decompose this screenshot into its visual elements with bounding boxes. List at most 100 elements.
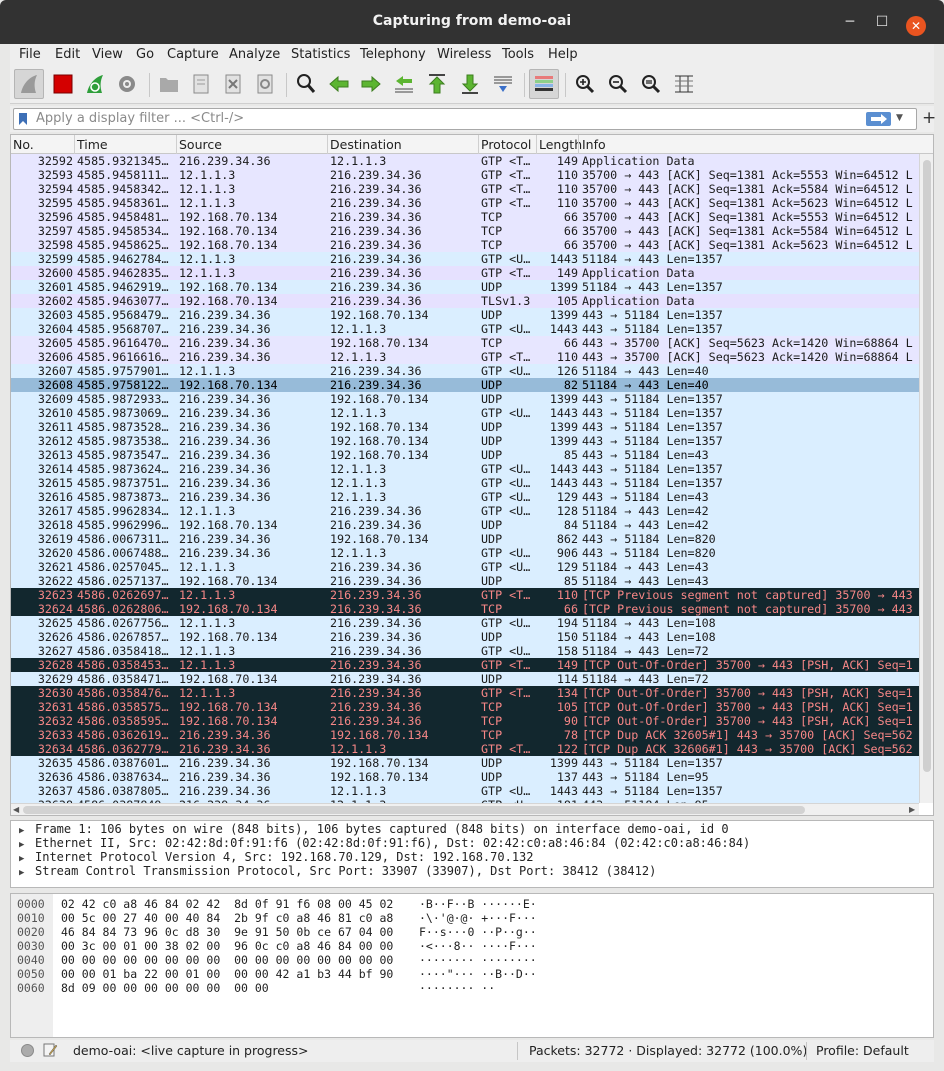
- menu-go[interactable]: Go: [136, 47, 154, 62]
- byte-ascii[interactable]: ········ ········: [419, 953, 537, 967]
- byte-ascii[interactable]: ········ ··: [419, 981, 495, 995]
- close-file-icon[interactable]: [218, 69, 248, 99]
- colorize-icon[interactable]: [529, 69, 559, 99]
- menu-file[interactable]: File: [19, 47, 41, 62]
- resize-columns-icon[interactable]: [669, 69, 699, 99]
- menu-edit[interactable]: Edit: [55, 47, 80, 62]
- column-header-protocol[interactable]: Protocol: [481, 137, 531, 152]
- packet-row[interactable]: 32598 4585.9458625… 192.168.70.134 216.239.…: [11, 238, 919, 252]
- go-forward-icon[interactable]: [356, 69, 386, 99]
- byte-ascii[interactable]: ····"··· ··B··D··: [419, 967, 537, 981]
- expand-arrow-icon[interactable]: ▶: [19, 854, 35, 864]
- packet-row[interactable]: 32600 4585.9462835… 12.1.1.3 216.239.34.36 G…: [11, 266, 919, 280]
- packet-row[interactable]: 32621 4586.0257045… 12.1.1.3 216.239.34.36 G…: [11, 560, 919, 574]
- zoom-out-icon[interactable]: [603, 69, 633, 99]
- byte-ascii[interactable]: ·\·'@·@· +···F···: [419, 911, 537, 925]
- packet-row[interactable]: 32619 4586.0067311… 216.239.34.36 192.168.7…: [11, 532, 919, 546]
- zoom-in-icon[interactable]: [570, 69, 600, 99]
- byte-hex[interactable]: 00 5c 00 27 40 00 40 84 2b 9f c0 a8 46 8…: [61, 911, 393, 925]
- save-file-icon[interactable]: [186, 69, 216, 99]
- find-packet-icon[interactable]: [291, 69, 321, 99]
- packet-row[interactable]: 32635 4586.0387601… 216.239.34.36 192.168.7…: [11, 756, 919, 770]
- packet-row[interactable]: 32593 4585.9458111… 12.1.1.3 216.239.34.36 G…: [11, 168, 919, 182]
- menu-analyze[interactable]: Analyze: [229, 47, 280, 62]
- packet-row[interactable]: 32630 4586.0358476… 12.1.1.3 216.239.34.36 G…: [11, 686, 919, 700]
- packet-row[interactable]: 32616 4585.9873873… 216.239.34.36 12.1.1.3 G…: [11, 490, 919, 504]
- display-filter-input[interactable]: Apply a display filter ... <Ctrl-/> ▼: [13, 108, 917, 130]
- menu-statistics[interactable]: Statistics: [291, 47, 350, 62]
- expand-arrow-icon[interactable]: ▶: [19, 868, 35, 878]
- open-file-icon[interactable]: [154, 69, 184, 99]
- column-header-info[interactable]: Info: [582, 137, 606, 152]
- scroll-left-icon[interactable]: ◀: [13, 805, 19, 814]
- last-packet-icon[interactable]: [455, 69, 485, 99]
- packet-row[interactable]: 32622 4586.0257137… 192.168.70.134 216.239.…: [11, 574, 919, 588]
- packet-row[interactable]: 32620 4586.0067488… 216.239.34.36 12.1.1.3 G…: [11, 546, 919, 560]
- expand-arrow-icon[interactable]: ▶: [19, 840, 35, 850]
- packet-row[interactable]: 32594 4585.9458342… 12.1.1.3 216.239.34.36 G…: [11, 182, 919, 196]
- column-header-length[interactable]: Length: [539, 137, 582, 152]
- apply-filter-arrow-icon[interactable]: [866, 112, 891, 126]
- packet-row[interactable]: 32637 4586.0387805… 216.239.34.36 12.1.1.3 G…: [11, 784, 919, 798]
- minimize-icon[interactable]: ─: [841, 13, 859, 31]
- packet-row[interactable]: 32597 4585.9458534… 192.168.70.134 216.239.…: [11, 224, 919, 238]
- packet-row[interactable]: 32611 4585.9873528… 216.239.34.36 192.168.7…: [11, 420, 919, 434]
- packet-row[interactable]: 32613 4585.9873547… 216.239.34.36 192.168.7…: [11, 448, 919, 462]
- packet-row[interactable]: 32634 4586.0362779… 216.239.34.36 12.1.1.3 G…: [11, 742, 919, 756]
- packet-row[interactable]: 32614 4585.9873624… 216.239.34.36 12.1.1.3 G…: [11, 462, 919, 476]
- packet-row[interactable]: 32624 4586.0262806… 192.168.70.134 216.239.…: [11, 602, 919, 616]
- go-to-packet-icon[interactable]: [389, 69, 419, 99]
- packet-row[interactable]: 32602 4585.9463077… 192.168.70.134 216.239.…: [11, 294, 919, 308]
- bookmark-icon[interactable]: [18, 112, 28, 126]
- profile-status[interactable]: Profile: Default: [816, 1043, 909, 1058]
- packet-row[interactable]: 32608 4585.9758122… 192.168.70.134 216.239.…: [11, 378, 919, 392]
- packet-row[interactable]: 32632 4586.0358595… 192.168.70.134 216.239.…: [11, 714, 919, 728]
- add-filter-button-icon[interactable]: +: [922, 108, 936, 128]
- byte-hex[interactable]: 00 00 00 00 00 00 00 00 00 00 00 00 00 0…: [61, 953, 393, 967]
- shark-fin-start-icon[interactable]: [14, 69, 44, 99]
- packet-row[interactable]: 32599 4585.9462784… 12.1.1.3 216.239.34.36 G…: [11, 252, 919, 266]
- expand-arrow-icon[interactable]: ▶: [19, 826, 35, 836]
- byte-hex[interactable]: 46 84 84 73 96 0c d8 30 9e 91 50 0b ce 6…: [61, 925, 393, 939]
- packet-row[interactable]: 32629 4586.0358471… 192.168.70.134 216.239.…: [11, 672, 919, 686]
- packet-row[interactable]: 32631 4586.0358575… 192.168.70.134 216.239.…: [11, 700, 919, 714]
- column-header-time[interactable]: Time: [77, 137, 108, 152]
- normal-size-icon[interactable]: [636, 69, 666, 99]
- auto-scroll-icon[interactable]: [488, 69, 518, 99]
- first-packet-icon[interactable]: [422, 69, 452, 99]
- capture-options-icon[interactable]: [112, 69, 142, 99]
- packet-row[interactable]: 32636 4586.0387634… 216.239.34.36 192.168.7…: [11, 770, 919, 784]
- menu-telephony[interactable]: Telephony: [360, 47, 426, 62]
- packet-row[interactable]: 32601 4585.9462919… 192.168.70.134 216.239.…: [11, 280, 919, 294]
- expert-info-icon[interactable]: [21, 1044, 34, 1057]
- scroll-right-icon[interactable]: ▶: [909, 805, 915, 814]
- packet-row[interactable]: 32612 4585.9873538… 216.239.34.36 192.168.7…: [11, 434, 919, 448]
- packet-row[interactable]: 32615 4585.9873751… 216.239.34.36 12.1.1.3 G…: [11, 476, 919, 490]
- byte-hex[interactable]: 00 3c 00 01 00 38 02 00 96 0c c0 a8 46 8…: [61, 939, 393, 953]
- packet-row[interactable]: 32607 4585.9757901… 12.1.1.3 216.239.34.36 G…: [11, 364, 919, 378]
- reload-file-icon[interactable]: [250, 69, 280, 99]
- menu-help[interactable]: Help: [548, 47, 578, 62]
- maximize-icon[interactable]: ☐: [873, 13, 891, 31]
- restart-capture-icon[interactable]: [80, 69, 110, 99]
- filter-dropdown-icon[interactable]: ▼: [896, 113, 903, 123]
- packet-row[interactable]: 32609 4585.9872933… 216.239.34.36 192.168.7…: [11, 392, 919, 406]
- packet-row[interactable]: 32604 4585.9568707… 216.239.34.36 12.1.1.3 G…: [11, 322, 919, 336]
- detail-ip-row[interactable]: ▶ Internet Protocol Version 4, Src: 192.1…: [19, 850, 534, 864]
- packet-row[interactable]: 32592 4585.9321345… 216.239.34.36 12.1.1.3 G…: [11, 154, 919, 168]
- column-header-no[interactable]: No.: [13, 137, 34, 152]
- byte-hex[interactable]: 02 42 c0 a8 46 84 02 42 8d 0f 91 f6 08 0…: [61, 897, 393, 911]
- detail-frame-row[interactable]: ▶ Frame 1: 106 bytes on wire (848 bits), …: [19, 822, 729, 836]
- packet-row[interactable]: 32605 4585.9616470… 216.239.34.36 192.168.7…: [11, 336, 919, 350]
- menu-capture[interactable]: Capture: [167, 47, 219, 62]
- close-window-icon[interactable]: ✕: [906, 16, 926, 36]
- vertical-scroll-thumb[interactable]: [923, 160, 931, 772]
- packet-row[interactable]: 32628 4586.0358453… 12.1.1.3 216.239.34.36 G…: [11, 658, 919, 672]
- packet-row[interactable]: 32633 4586.0362619… 216.239.34.36 192.168.7…: [11, 728, 919, 742]
- horizontal-scroll-thumb[interactable]: [23, 806, 805, 814]
- byte-ascii[interactable]: ·B··F··B ······E·: [419, 897, 537, 911]
- byte-ascii[interactable]: ·<···8·· ····F···: [419, 939, 537, 953]
- column-header-destination[interactable]: Destination: [330, 137, 402, 152]
- packet-row[interactable]: 32625 4586.0267756… 12.1.1.3 216.239.34.36 G…: [11, 616, 919, 630]
- packet-row[interactable]: 32627 4586.0358418… 12.1.1.3 216.239.34.36 G…: [11, 644, 919, 658]
